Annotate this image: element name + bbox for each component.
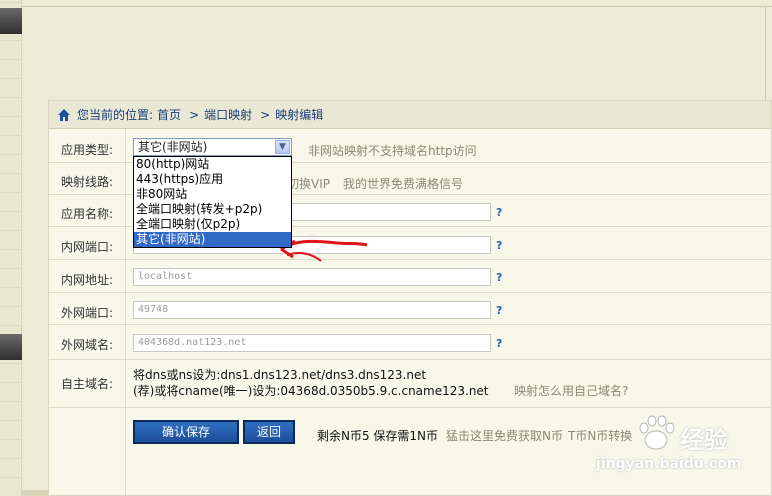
external-port-label: 外网端口: — [61, 306, 114, 320]
free-signal-link[interactable]: 我的世界免费满格信号 — [343, 175, 463, 192]
app-type-select[interactable]: 其它(非网站) ▼ — [133, 138, 292, 156]
internal-addr-label: 内网地址: — [61, 273, 114, 287]
sidebar-tab[interactable] — [0, 8, 22, 34]
home-icon — [58, 108, 70, 121]
app-type-selected-value: 其它(非网站) — [138, 140, 208, 154]
internal-addr-help[interactable]: ? — [496, 271, 502, 284]
breadcrumb-prefix: 您当前的位置: — [77, 108, 154, 122]
breadcrumb-home-link[interactable]: 首页 — [157, 106, 181, 123]
app-name-label: 应用名称: — [61, 207, 114, 221]
watermark-url: jingyan.baidu.com — [596, 456, 742, 472]
custom-domain-help-link[interactable]: 映射怎么用自己域名? — [514, 382, 628, 399]
breadcrumb-separator: > — [189, 107, 200, 122]
app-type-option[interactable]: 非80网站 — [134, 187, 291, 202]
balance-text: 剩余N币5 保存需1N币 — [317, 429, 439, 443]
left-sidebar-strip — [0, 0, 22, 496]
save-button[interactable]: 确认保存 — [133, 420, 239, 444]
sidebar-tab[interactable] — [0, 334, 22, 360]
app-type-label: 应用类型: — [61, 143, 114, 157]
app-type-hint: 非网站映射不支持域名http访问 — [308, 144, 477, 158]
internal-port-label: 内网端口: — [61, 240, 114, 254]
internal-port-help[interactable]: ? — [496, 239, 502, 252]
switch-vip-link[interactable]: 切换VIP — [287, 175, 330, 192]
app-type-option[interactable]: 80(http)网站 — [134, 157, 291, 172]
app-type-option[interactable]: 全端口映射(仅p2p) — [134, 217, 291, 232]
external-port-field: 49748 — [133, 301, 491, 319]
app-type-dropdown: 80(http)网站 443(https)应用 非80网站 全端口映射(转发+p… — [133, 156, 292, 248]
free-coins-link[interactable]: 猛击这里免费获取N币 — [446, 427, 563, 444]
exchange-coins-link[interactable]: T币N币转换 — [568, 427, 632, 444]
custom-domain-cname-text: (荐)或将cname(唯一)设为:04368d.0350b5.9.c.cname… — [133, 384, 489, 398]
external-domain-field: 404368d.nat123.net — [133, 334, 491, 352]
custom-domain-dns-text: 将dns或ns设为:dns1.dns123.net/dns3.dns123.ne… — [133, 368, 427, 382]
external-domain-help[interactable]: ? — [496, 337, 502, 350]
breadcrumb-separator: > — [260, 107, 271, 122]
breadcrumb-port-mapping-link[interactable]: 端口映射 — [204, 106, 252, 123]
app-type-option-selected[interactable]: 其它(非网站) — [134, 232, 291, 247]
route-label: 映射线路: — [61, 175, 114, 189]
back-button[interactable]: 返回 — [243, 420, 295, 444]
chevron-down-icon[interactable]: ▼ — [275, 140, 290, 154]
external-port-help[interactable]: ? — [496, 304, 502, 317]
watermark-brand: 经验 — [680, 426, 728, 454]
baidu-paw-logo — [639, 415, 675, 450]
breadcrumb-current: 映射编辑 — [275, 108, 324, 122]
custom-domain-label: 自主域名: — [61, 377, 114, 391]
app-name-help[interactable]: ? — [496, 206, 502, 219]
external-domain-label: 外网域名: — [61, 338, 114, 352]
app-type-option[interactable]: 全端口映射(转发+p2p) — [134, 202, 291, 217]
internal-addr-field[interactable]: localhost — [133, 268, 491, 286]
app-type-option[interactable]: 443(https)应用 — [134, 172, 291, 187]
top-divider — [22, 6, 772, 7]
breadcrumb: 您当前的位置: 首页 > 端口映射 > 映射编辑 — [49, 101, 771, 129]
